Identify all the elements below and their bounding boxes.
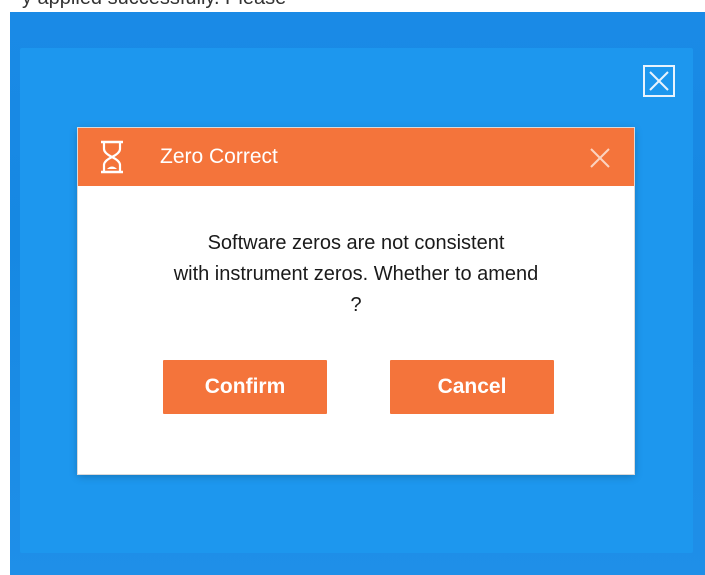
dialog-header: Zero Correct (78, 128, 634, 186)
close-icon (649, 71, 669, 91)
message-line: Software zeros are not consistent (207, 232, 505, 254)
hourglass-icon (101, 140, 123, 174)
close-icon[interactable] (588, 146, 612, 170)
background-window-text: y applied successfully. Please (22, 0, 286, 10)
message-line: with instrument zeros. Whether to amend (173, 263, 539, 285)
zero-correct-dialog: Zero Correct Software zeros are not cons… (78, 128, 634, 474)
confirm-button[interactable]: Confirm (163, 360, 327, 414)
panel-close-button[interactable] (643, 65, 675, 97)
dialog-title: Zero Correct (160, 145, 278, 168)
dialog-message: Software zeros are not consistent with i… (78, 228, 634, 321)
message-line: ? (350, 294, 362, 316)
cancel-button[interactable]: Cancel (390, 360, 554, 414)
